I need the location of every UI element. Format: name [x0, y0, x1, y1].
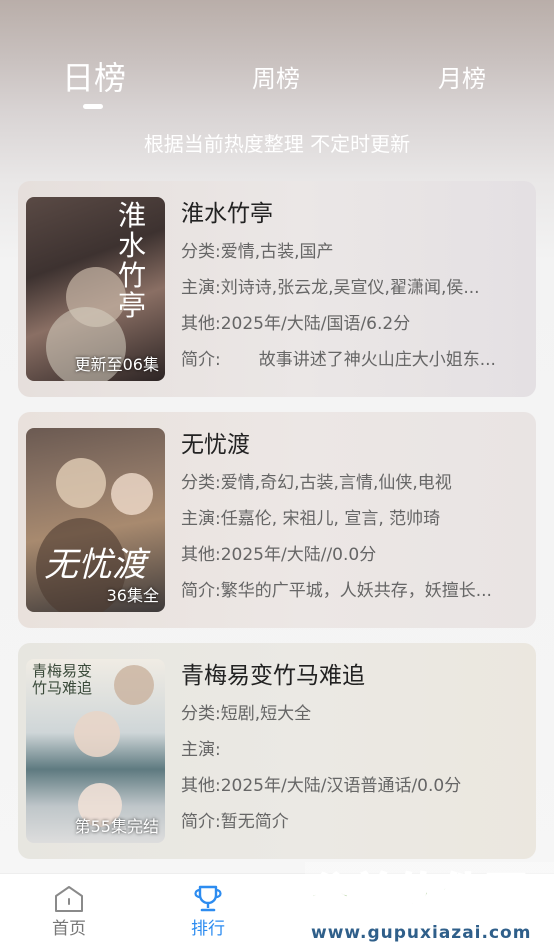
intro-row: 简介: 暂无简介: [181, 803, 529, 837]
ranking-subtitle: 根据当前热度整理 不定时更新: [143, 132, 411, 156]
other-value: 2025年/大陆/汉语普通话/0.0分: [220, 776, 462, 796]
category-value: 短剧,短大全: [220, 704, 312, 724]
cast-row: 主演:: [181, 731, 529, 765]
intro-row: 简介: 故事讲述了神火山庄大小姐东...: [181, 341, 529, 375]
poster-image[interactable]: 淮水竹亭 更新至06集: [26, 197, 165, 381]
intro-value: 繁华的广平城，人妖共存，妖擅长...: [220, 581, 492, 601]
intro-label: 简介:: [181, 581, 221, 601]
cast-row: 主演: 刘诗诗,张云龙,吴宣仪,翟潇闻,侯...: [181, 269, 529, 303]
watermark-name: 谷普软件园: [308, 868, 530, 919]
poster-title-art: 青梅易变 竹马难追: [32, 662, 93, 697]
cast-label: 主演:: [181, 509, 221, 529]
tab-weekly[interactable]: 周榜: [246, 58, 306, 100]
watermark-logo: 谷普软件园 www.gupuxiazai.com: [305, 862, 554, 950]
poster-image[interactable]: 无忧渡 36集全: [26, 428, 165, 612]
tab-daily[interactable]: 日榜: [60, 58, 128, 98]
other-label: 其他:: [181, 545, 221, 565]
poster-image[interactable]: 青梅易变 竹马难追 第55集完结: [26, 659, 165, 843]
category-value: 爱情,奇幻,古装,言情,仙侠,电视: [220, 473, 452, 493]
list-item[interactable]: 青梅易变 竹马难追 第55集完结 青梅易变竹马难追 分类: 短剧,短大全 主演: 其…: [18, 643, 536, 859]
other-row: 其他: 2025年/大陆/国语/6.2分: [181, 305, 529, 339]
episode-badge: 更新至06集: [74, 355, 159, 374]
intro-value: 故事讲述了神火山庄大小姐东...: [258, 350, 496, 370]
watermark-url: www.gupuxiazai.com: [311, 923, 532, 943]
poster-figure: [74, 711, 120, 757]
item-title[interactable]: 无忧渡: [181, 428, 529, 462]
list-item[interactable]: 无忧渡 36集全 无忧渡 分类: 爱情,奇幻,古装,言情,仙侠,电视 主演: 任嘉伦…: [18, 412, 536, 628]
intro-row: 简介: 繁华的广平城，人妖共存，妖擅长...: [181, 572, 529, 606]
category-row: 分类: 爱情,奇幻,古装,言情,仙侠,电视: [181, 464, 529, 498]
category-value: 爱情,古装,国产: [220, 242, 334, 262]
other-row: 其他: 2025年/大陆/汉语普通话/0.0分: [181, 767, 529, 801]
category-label: 分类:: [181, 473, 221, 493]
poster-figure: [56, 458, 106, 508]
nav-home[interactable]: 首页: [29, 884, 109, 942]
category-label: 分类:: [181, 242, 221, 262]
cast-value: 任嘉伦, 宋祖儿, 宣言, 范帅琦: [220, 509, 441, 529]
item-info: 青梅易变竹马难追 分类: 短剧,短大全 主演: 其他: 2025年/大陆/汉语普通话…: [181, 659, 529, 837]
home-icon: [55, 886, 83, 912]
item-info: 淮水竹亭 分类: 爱情,古装,国产 主演: 刘诗诗,张云龙,吴宣仪,翟潇闻,侯...…: [181, 197, 529, 375]
cast-value: 刘诗诗,张云龙,吴宣仪,翟潇闻,侯...: [220, 278, 480, 298]
intro-label: 简介:: [181, 812, 221, 832]
poster-title-art: 无忧渡: [44, 545, 146, 585]
other-label: 其他:: [181, 776, 221, 796]
other-row: 其他: 2025年/大陆//0.0分: [181, 536, 529, 570]
poster-title-art: 淮水竹亭: [118, 199, 147, 322]
cast-row: 主演: 任嘉伦, 宋祖儿, 宣言, 范帅琦: [181, 500, 529, 534]
episode-badge: 36集全: [106, 586, 159, 605]
other-value: 2025年/大陆//0.0分: [220, 545, 377, 565]
tab-active-indicator: [83, 104, 103, 109]
episode-badge: 第55集完结: [74, 817, 159, 836]
nav-home-label: 首页: [52, 919, 86, 939]
intro-label: 简介:: [181, 350, 221, 370]
category-row: 分类: 短剧,短大全: [181, 695, 529, 729]
cast-label: 主演:: [181, 740, 221, 760]
category-row: 分类: 爱情,古装,国产: [181, 233, 529, 267]
nav-ranking[interactable]: 排行: [168, 884, 248, 942]
item-info: 无忧渡 分类: 爱情,奇幻,古装,言情,仙侠,电视 主演: 任嘉伦, 宋祖儿, 宣言…: [181, 428, 529, 606]
other-label: 其他:: [181, 314, 221, 334]
nav-ranking-label: 排行: [191, 919, 225, 939]
item-title[interactable]: 淮水竹亭: [181, 197, 529, 231]
poster-figure: [114, 665, 154, 705]
cast-label: 主演:: [181, 278, 221, 298]
ranking-tabs: 日榜 周榜 月榜: [0, 58, 554, 118]
category-label: 分类:: [181, 704, 221, 724]
trophy-icon: [194, 885, 222, 912]
item-title[interactable]: 青梅易变竹马难追: [181, 659, 529, 693]
other-value: 2025年/大陆/国语/6.2分: [220, 314, 411, 334]
list-item[interactable]: 淮水竹亭 更新至06集 淮水竹亭 分类: 爱情,古装,国产 主演: 刘诗诗,张云龙,…: [18, 181, 536, 397]
intro-value: 暂无简介: [220, 812, 289, 832]
tab-monthly[interactable]: 月榜: [432, 58, 492, 100]
poster-figure: [111, 473, 153, 515]
